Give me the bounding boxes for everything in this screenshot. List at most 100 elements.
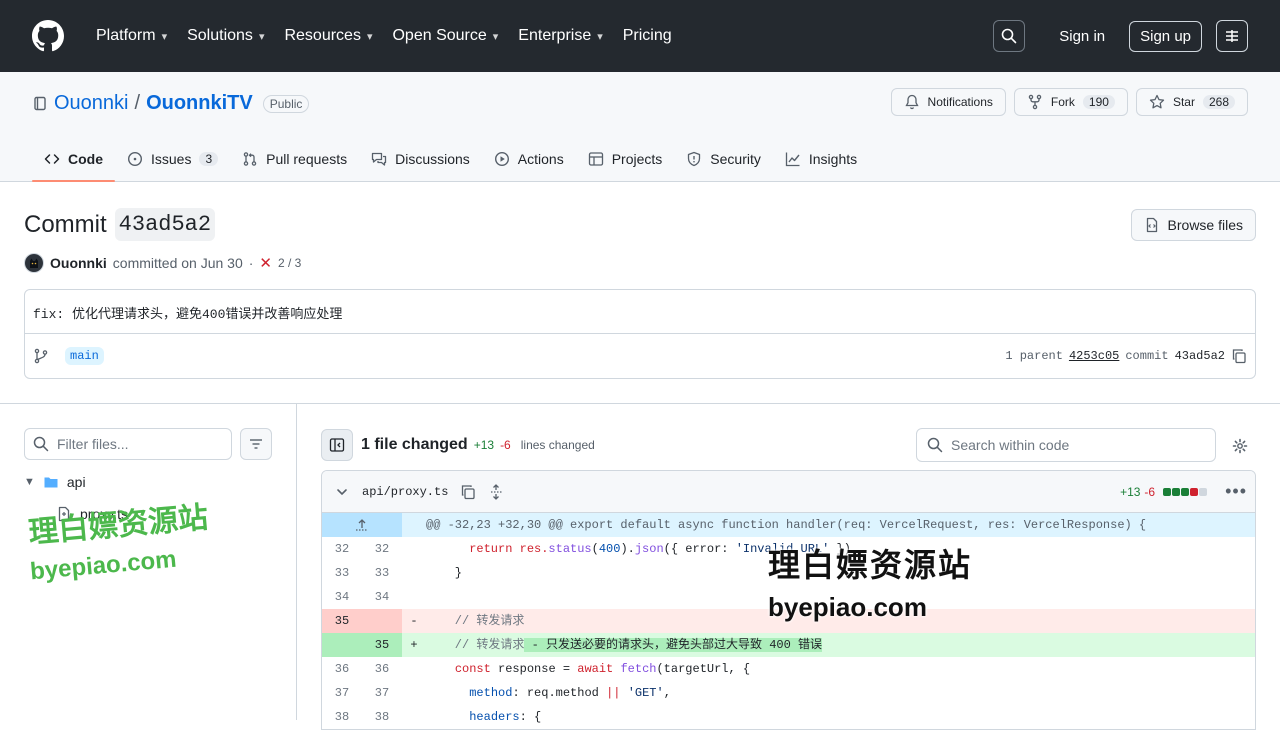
tab-security[interactable]: Security — [674, 136, 773, 182]
nav-label: Solutions — [187, 27, 253, 44]
filter-files-input[interactable]: Filter files... — [24, 428, 232, 460]
tab-discussions[interactable]: Discussions — [359, 136, 482, 182]
search-placeholder: Search within code — [951, 437, 1070, 453]
x-icon[interactable]: ✕ — [259, 254, 272, 272]
tab-label: Security — [710, 151, 761, 167]
sign-up-button[interactable]: Sign up — [1129, 20, 1202, 52]
tab-pull-requests[interactable]: Pull requests — [230, 136, 359, 182]
tab-label: Issues — [151, 151, 192, 167]
diff-file-name[interactable]: api/proxy.ts — [362, 485, 448, 499]
issues-count: 3 — [199, 152, 219, 166]
tab-actions[interactable]: Actions — [482, 136, 576, 182]
diff-settings-button[interactable] — [1228, 434, 1252, 458]
star-button[interactable]: Star 268 — [1135, 88, 1248, 116]
diff-sign — [402, 561, 426, 585]
watermark-text: 理白嫖资源站 — [768, 547, 973, 583]
nav-label: Open Source — [392, 27, 487, 44]
new-line-number[interactable]: 38 — [362, 705, 402, 729]
code-token: (targetUrl, { — [656, 662, 751, 676]
old-line-number[interactable]: 34 — [322, 585, 362, 609]
tab-code[interactable]: Code — [32, 136, 115, 182]
diffstat-blocks — [1163, 487, 1208, 496]
repo-tabs: Code Issues 3 Pull requests Discussions … — [32, 136, 869, 182]
nav-platform[interactable]: Platform ▾ — [88, 27, 175, 45]
old-line-number[interactable] — [322, 633, 362, 657]
browse-files-button[interactable]: Browse files — [1130, 209, 1256, 241]
copy-icon[interactable] — [1231, 348, 1247, 364]
repo-title: Ouonnki / OuonnkiTV Public — [32, 92, 310, 115]
branch-badge[interactable]: main — [65, 347, 104, 365]
nav-resources[interactable]: Resources ▾ — [276, 27, 380, 45]
new-line-number[interactable]: 37 — [362, 681, 402, 705]
author-link[interactable]: Ouonnki — [50, 255, 107, 271]
discussions-icon — [371, 152, 387, 166]
search-icon — [33, 436, 49, 452]
tree-directory[interactable]: ▼ api — [24, 474, 86, 490]
nav-enterprise[interactable]: Enterprise ▾ — [510, 27, 610, 45]
file-additions: +13 — [1120, 484, 1141, 499]
filter-icon — [250, 439, 262, 449]
commit-full-sha: 43ad5a2 — [1174, 349, 1225, 363]
copy-icon[interactable] — [460, 484, 476, 500]
star-label: Star — [1172, 95, 1195, 109]
issue-icon — [127, 151, 143, 167]
toggle-file-tree-button[interactable] — [321, 429, 353, 461]
parent-info: 1 parent 4253c05 commit 43ad5a2 — [1005, 348, 1247, 364]
sign-in-link[interactable]: Sign in — [1047, 28, 1117, 45]
diff-sign: + — [410, 638, 418, 652]
search-within-code-input[interactable]: Search within code — [916, 428, 1216, 462]
code-line: headers: { — [426, 705, 1255, 729]
nav-solutions[interactable]: Solutions ▾ — [179, 27, 272, 45]
code-token: await — [577, 662, 614, 676]
kebab-menu-icon[interactable]: ••• — [1225, 481, 1247, 502]
chevron-down-icon[interactable] — [334, 484, 350, 500]
search-button[interactable] — [993, 20, 1026, 52]
meta-dot: · — [248, 255, 254, 271]
code-token: status — [548, 542, 592, 556]
repo-owner-link[interactable]: Ouonnki — [54, 92, 129, 115]
nav-open-source[interactable]: Open Source ▾ — [384, 27, 506, 45]
new-line-number[interactable]: 35 — [362, 633, 402, 657]
expand-up-icon[interactable] — [322, 513, 402, 537]
new-line-number[interactable]: 36 — [362, 657, 402, 681]
chevron-down-icon: ▾ — [597, 30, 603, 43]
avatar[interactable] — [24, 253, 44, 273]
old-line-number[interactable]: 35 — [322, 609, 362, 633]
code-line: method: req.method || 'GET', — [426, 681, 1255, 705]
expand-all-icon[interactable] — [488, 483, 504, 500]
code-token: 400 — [598, 542, 621, 556]
checks-count[interactable]: 2 / 3 — [278, 256, 301, 270]
repo-name-link[interactable]: OuonnkiTV — [146, 92, 253, 115]
code-token: headers — [469, 710, 520, 724]
old-line-number[interactable]: 38 — [322, 705, 362, 729]
new-line-number[interactable]: 32 — [362, 537, 402, 561]
nav-pricing[interactable]: Pricing — [615, 27, 680, 45]
diff-line-added: 35 + // 转发请求 - 只发送必要的请求头，避免头部过大导致 400 错误 — [322, 633, 1255, 657]
tab-label: Insights — [808, 151, 858, 167]
filter-button[interactable] — [240, 428, 272, 460]
tab-insights[interactable]: Insights — [773, 136, 869, 182]
search-icon — [927, 437, 943, 453]
old-line-number[interactable]: 33 — [322, 561, 362, 585]
menu-button[interactable] — [1216, 20, 1248, 52]
new-line-number[interactable]: 34 — [362, 585, 402, 609]
old-line-number[interactable]: 32 — [322, 537, 362, 561]
fork-button[interactable]: Fork 190 — [1013, 88, 1128, 116]
notifications-button[interactable]: Notifications — [890, 88, 1006, 116]
new-line-number[interactable] — [362, 609, 402, 633]
code-token: response = — [490, 662, 578, 676]
play-icon — [494, 151, 509, 167]
tab-issues[interactable]: Issues 3 — [115, 136, 230, 182]
github-logo-icon[interactable] — [32, 20, 64, 52]
cat-avatar-icon — [30, 258, 38, 268]
old-line-number[interactable]: 37 — [322, 681, 362, 705]
star-icon — [1149, 94, 1165, 109]
bell-icon — [904, 94, 919, 110]
old-line-number[interactable]: 36 — [322, 657, 362, 681]
commit-message-box: fix: 优化代理请求头，避免400错误并改善响应处理 main 1 paren… — [24, 289, 1256, 379]
tab-projects[interactable]: Projects — [576, 136, 675, 182]
parent-sha-link[interactable]: 4253c05 — [1069, 349, 1119, 363]
new-line-number[interactable]: 33 — [362, 561, 402, 585]
repo-icon — [32, 96, 48, 112]
